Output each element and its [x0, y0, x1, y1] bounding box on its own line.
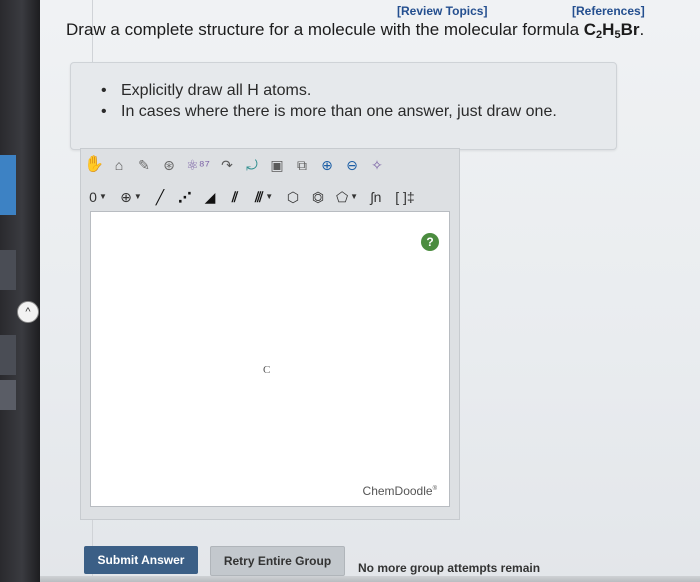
- chemdoodle-watermark: ChemDoodle®: [362, 484, 437, 498]
- left-tab-1[interactable]: [0, 155, 16, 215]
- question-page: [Review Topics] [References] Draw a comp…: [40, 0, 700, 582]
- rotate-icon[interactable]: ↷: [216, 154, 238, 176]
- hand-icon[interactable]: ✋: [83, 154, 105, 176]
- chemdoodle-editor: ✋ ⌂ ✎ ⊛ ⚛⁸⁷ ↷ ⤾ ▣ ⧉ ⊕ ⊖ ✧ 0 ▼ ⊕ ▼ ╱ ⋰ ◢ ⫽ …: [80, 148, 460, 520]
- single-bond-icon[interactable]: ╱: [149, 186, 171, 208]
- lasso-icon[interactable]: ⤾: [241, 154, 263, 176]
- pen-icon[interactable]: ✎: [133, 154, 155, 176]
- template-gallery-icon[interactable]: ▣: [266, 154, 288, 176]
- left-tab-2[interactable]: [0, 250, 16, 290]
- wedge-bond-icon[interactable]: ◢: [199, 186, 221, 208]
- pentagon-icon[interactable]: ⬠ ▼: [332, 186, 362, 208]
- zoom-in-icon[interactable]: ⊕: [316, 154, 338, 176]
- question-prefix: Draw a complete structure for a molecule…: [66, 20, 584, 39]
- submit-answer-button[interactable]: Submit Answer: [84, 546, 198, 574]
- double-bond-icon[interactable]: ⫽: [224, 186, 246, 208]
- clean-icon[interactable]: ✧: [366, 154, 388, 176]
- triple-bond-icon[interactable]: ⫻ ▼: [249, 186, 279, 208]
- hexagon-icon[interactable]: ⬡: [282, 186, 304, 208]
- toolbar-row-1: ✋ ⌂ ✎ ⊛ ⚛⁸⁷ ↷ ⤾ ▣ ⧉ ⊕ ⊖ ✧: [83, 152, 455, 178]
- eraser-icon[interactable]: ⌂: [108, 154, 130, 176]
- toolbar-row-2: 0 ▼ ⊕ ▼ ╱ ⋰ ◢ ⫽ ⫻ ▼ ⬡ ⏣ ⬠ ▼ ʃn [ ]‡: [83, 184, 455, 210]
- retry-group-button[interactable]: Retry Entire Group: [210, 546, 345, 576]
- left-tab-4[interactable]: [0, 380, 16, 410]
- instructions-list: Explicitly draw all H atoms. In cases wh…: [101, 80, 557, 122]
- help-button[interactable]: ?: [421, 233, 439, 251]
- left-tab-3[interactable]: [0, 335, 16, 375]
- left-bezel: ^: [0, 0, 40, 582]
- collapse-chevron-icon[interactable]: ^: [17, 301, 39, 323]
- bottom-edge: [40, 576, 700, 582]
- subscript-icon[interactable]: ʃn: [365, 186, 387, 208]
- atom-template-icon[interactable]: ⚛⁸⁷: [183, 154, 213, 176]
- attempts-status: No more group attempts remain: [358, 561, 541, 575]
- instruction-item: In cases where there is more than one an…: [101, 101, 557, 122]
- molecular-formula: C2H5Br: [583, 20, 640, 41]
- zoom-out-icon[interactable]: ⊖: [341, 154, 363, 176]
- question-text: Draw a complete structure for a molecule…: [66, 20, 645, 41]
- copy-icon[interactable]: ⧉: [291, 154, 313, 176]
- ring-template-icon[interactable]: ⊛: [158, 154, 180, 176]
- charge-dropdown[interactable]: 0 ▼: [83, 186, 113, 208]
- benzene-icon[interactable]: ⏣: [307, 186, 329, 208]
- instruction-item: Explicitly draw all H atoms.: [101, 80, 557, 101]
- drawing-canvas[interactable]: ? C ChemDoodle®: [90, 211, 450, 507]
- review-topics-link[interactable]: [Review Topics]: [397, 4, 487, 18]
- carbon-atom-label[interactable]: C: [263, 364, 270, 376]
- plus-charge-dropdown[interactable]: ⊕ ▼: [116, 186, 146, 208]
- bracket-icon[interactable]: [ ]‡: [390, 186, 420, 208]
- instructions-box: Explicitly draw all H atoms. In cases wh…: [70, 62, 617, 150]
- references-link[interactable]: [References]: [572, 4, 645, 18]
- header-links: [Review Topics] [References]: [40, 2, 700, 22]
- dashed-bond-icon[interactable]: ⋰: [174, 186, 196, 208]
